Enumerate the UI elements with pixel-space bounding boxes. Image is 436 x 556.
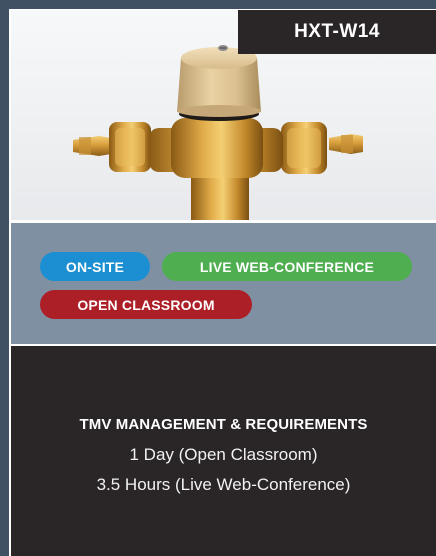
product-code-badge: HXT-W14 bbox=[238, 10, 436, 54]
course-card[interactable]: HXT-W14 ON-SITE LIVE WEB-CONFERENCE OPEN… bbox=[9, 9, 436, 556]
product-image-area: HXT-W14 bbox=[11, 10, 436, 220]
course-title[interactable]: TMV MANAGEMENT & REQUIREMENTS bbox=[11, 416, 436, 433]
tag-on-site[interactable]: ON-SITE bbox=[40, 252, 150, 281]
duration-open-classroom: 1 Day (Open Classroom) bbox=[129, 445, 318, 464]
delivery-tags-area: ON-SITE LIVE WEB-CONFERENCE OPEN CLASSRO… bbox=[11, 223, 436, 344]
duration-live-web-conference: 3.5 Hours (Live Web-Conference) bbox=[96, 475, 351, 494]
course-info-area: TMV MANAGEMENT & REQUIREMENTS 1 Day (Ope… bbox=[11, 346, 436, 556]
tag-live-web-conference[interactable]: LIVE WEB-CONFERENCE bbox=[162, 252, 412, 281]
tag-open-classroom[interactable]: OPEN CLASSROOM bbox=[40, 290, 252, 319]
